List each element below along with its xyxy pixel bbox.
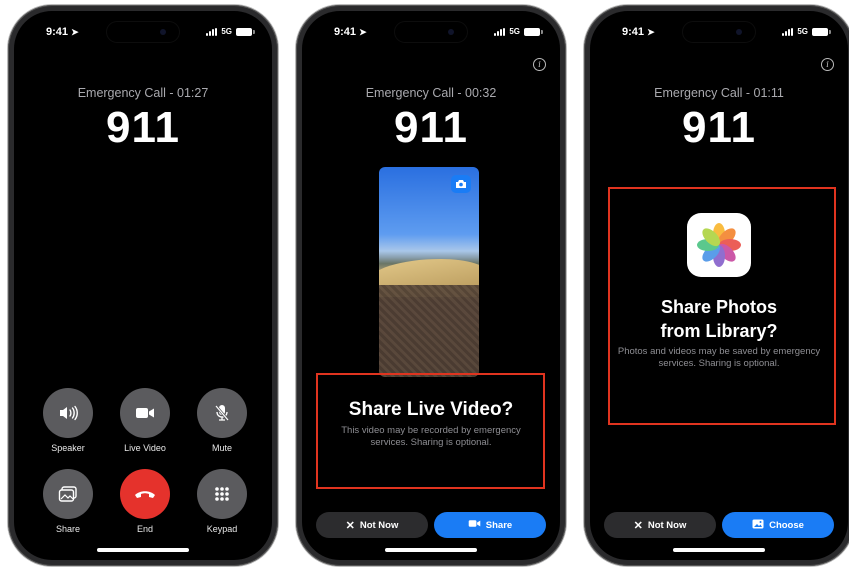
keypad-button[interactable]: Keypad	[192, 469, 252, 534]
battery-icon	[236, 27, 255, 36]
close-icon: ✕	[345, 519, 355, 532]
video-camera-icon	[468, 519, 481, 531]
live-video-preview	[379, 167, 479, 377]
signal-icon	[494, 27, 506, 36]
choose-photos-button[interactable]: Choose	[722, 512, 834, 538]
live-video-label: Live Video	[124, 443, 166, 453]
share-video-button[interactable]: Share	[434, 512, 546, 538]
location-arrow-icon: ➤	[359, 27, 367, 37]
share-button[interactable]: Share	[38, 469, 98, 534]
battery-icon	[524, 27, 543, 36]
prompt-title: Share Photos from Library?	[590, 295, 848, 343]
mute-button[interactable]: Mute	[192, 388, 252, 453]
not-now-button[interactable]: ✕ Not Now	[316, 512, 428, 538]
phone-call-screen: 9:41 ➤ 5G Emergency Call - 01:27 911 Spe…	[8, 5, 278, 566]
status-time: 9:41 ➤	[622, 26, 655, 38]
call-status-label: Emergency Call - 01:11	[654, 86, 784, 100]
location-arrow-icon: ➤	[647, 27, 655, 37]
ground-scenery	[379, 284, 479, 377]
call-status-label: Emergency Call - 00:32	[365, 86, 497, 100]
status-time: 9:41 ➤	[46, 26, 79, 38]
keypad-icon	[197, 469, 247, 519]
share-label: Share	[485, 519, 513, 531]
dynamic-island	[682, 21, 756, 43]
not-now-label: Not Now	[359, 519, 399, 531]
location-arrow-icon: ➤	[71, 27, 79, 37]
battery-icon	[812, 27, 831, 36]
end-label: End	[136, 524, 153, 534]
end-call-icon	[120, 469, 170, 519]
screen: 9:41 ➤ 5G i Emergency Call - 01:11 911 S…	[590, 11, 848, 560]
home-indicator[interactable]	[385, 548, 477, 552]
dynamic-island	[394, 21, 468, 43]
prompt-body: Photos and videos may be saved by emerge…	[617, 346, 821, 369]
camera-switch-icon[interactable]	[451, 175, 471, 193]
share-label: Share	[55, 524, 81, 534]
call-number: 911	[106, 103, 180, 152]
info-icon[interactable]: i	[821, 58, 834, 71]
phone-share-video-screen: 9:41 ➤ 5G i Emergency Call - 00:32 911 S…	[296, 5, 566, 566]
status-time: 9:41 ➤	[334, 26, 367, 38]
prompt-body: This video may be recorded by emergency …	[341, 425, 521, 448]
signal-icon	[782, 27, 794, 36]
speaker-button[interactable]: Speaker	[38, 388, 98, 453]
live-video-button[interactable]: Live Video	[115, 388, 175, 453]
status-indicators: 5G	[494, 27, 543, 36]
mute-icon	[197, 388, 247, 438]
video-camera-icon	[120, 388, 170, 438]
photo-icon	[752, 519, 764, 532]
status-indicators: 5G	[206, 27, 255, 36]
prompt-title-line2: from Library?	[660, 321, 778, 341]
call-number: 911	[394, 103, 468, 152]
home-indicator[interactable]	[673, 548, 765, 552]
screen: 9:41 ➤ 5G Emergency Call - 01:27 911 Spe…	[14, 11, 272, 560]
home-indicator[interactable]	[97, 548, 189, 552]
prompt-title-line1: Share Photos	[660, 297, 778, 317]
network-label: 5G	[221, 27, 232, 36]
close-icon: ✕	[633, 519, 643, 532]
end-call-button[interactable]: End	[115, 469, 175, 534]
speaker-icon	[43, 388, 93, 438]
choose-label: Choose	[769, 519, 804, 531]
call-number: 911	[682, 103, 756, 152]
screen: 9:41 ➤ 5G i Emergency Call - 00:32 911 S…	[302, 11, 560, 560]
status-indicators: 5G	[782, 27, 831, 36]
dynamic-island	[106, 21, 180, 43]
photos-app-icon	[687, 213, 751, 277]
prompt-title: Share Live Video?	[348, 399, 514, 420]
signal-icon	[206, 27, 218, 36]
phone-share-photos-screen: 9:41 ➤ 5G i Emergency Call - 01:11 911 S…	[584, 5, 849, 566]
network-label: 5G	[797, 27, 808, 36]
not-now-label: Not Now	[647, 519, 687, 531]
info-icon[interactable]: i	[533, 58, 546, 71]
call-status-label: Emergency Call - 01:27	[77, 86, 209, 100]
mute-label: Mute	[211, 443, 232, 453]
not-now-button[interactable]: ✕ Not Now	[604, 512, 716, 538]
speaker-label: Speaker	[51, 443, 85, 453]
keypad-label: Keypad	[206, 524, 238, 534]
network-label: 5G	[509, 27, 520, 36]
photos-share-icon	[43, 469, 93, 519]
